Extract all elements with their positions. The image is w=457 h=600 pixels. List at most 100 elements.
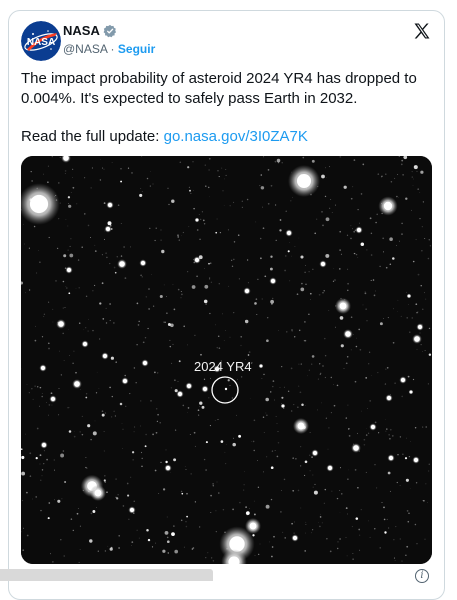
faint-star xyxy=(405,198,407,200)
faint-star xyxy=(89,539,92,542)
account-name[interactable]: NASA xyxy=(63,23,100,38)
star-core xyxy=(30,195,48,213)
faint-star xyxy=(85,397,87,399)
star-core xyxy=(141,261,145,265)
avatar[interactable]: NASA xyxy=(21,21,61,61)
faint-star xyxy=(301,403,304,406)
star-core xyxy=(196,219,199,222)
faint-star xyxy=(270,268,273,271)
faint-star xyxy=(186,516,188,518)
faint-star xyxy=(406,479,409,482)
faint-star xyxy=(192,285,196,289)
faint-star xyxy=(68,196,70,198)
star-core xyxy=(103,354,107,358)
star-core xyxy=(389,456,393,460)
star-core xyxy=(414,336,420,342)
asteroid-label: 2024 YR4 xyxy=(194,359,252,374)
faint-star xyxy=(344,186,347,189)
faint-star xyxy=(326,217,330,221)
star-core xyxy=(130,508,134,512)
faint-star xyxy=(102,414,105,417)
faint-star xyxy=(179,360,181,362)
faint-star xyxy=(51,392,53,394)
star-core xyxy=(418,325,422,329)
star-core xyxy=(58,321,64,327)
faint-star xyxy=(99,302,101,304)
horizontal-scrollbar[interactable] xyxy=(0,569,213,581)
faint-star xyxy=(127,495,129,497)
faint-star xyxy=(161,250,164,253)
faint-star xyxy=(199,402,202,405)
faint-star xyxy=(167,540,170,543)
star-core xyxy=(178,392,182,396)
faint-star xyxy=(171,199,174,202)
separator: · xyxy=(111,42,115,56)
verified-badge-icon xyxy=(103,24,117,38)
faint-star xyxy=(199,255,203,259)
faint-star xyxy=(321,175,325,179)
faint-star xyxy=(68,292,70,294)
faint-star xyxy=(254,513,256,515)
star-core xyxy=(260,365,263,368)
faint-star xyxy=(64,481,66,483)
faint-star xyxy=(346,507,348,509)
faint-star xyxy=(165,461,167,463)
faint-star xyxy=(208,263,210,265)
star-core xyxy=(74,381,80,387)
star-core xyxy=(328,466,332,470)
faint-star xyxy=(63,254,66,257)
faint-star xyxy=(312,355,315,358)
faint-star xyxy=(116,497,118,499)
faint-star xyxy=(93,431,97,435)
x-logo-icon[interactable] xyxy=(412,21,432,41)
star-core xyxy=(108,203,112,207)
faint-star xyxy=(110,547,113,550)
star-core xyxy=(384,202,392,210)
faint-star xyxy=(300,288,304,292)
faint-star xyxy=(271,303,273,305)
faint-star xyxy=(248,354,250,356)
tweet-update-line: Read the full update: go.nasa.gov/3I0ZA7… xyxy=(21,127,431,147)
faint-star xyxy=(380,322,383,325)
faint-star xyxy=(187,166,189,168)
follow-button[interactable]: Seguir xyxy=(118,42,155,56)
update-prefix: Read the full update: xyxy=(21,128,159,145)
faint-star xyxy=(384,531,386,533)
faint-star xyxy=(325,254,329,258)
star-core xyxy=(271,279,275,283)
faint-star xyxy=(115,272,117,274)
star-core xyxy=(408,295,411,298)
star-core xyxy=(106,227,110,231)
faint-star xyxy=(189,190,191,192)
faint-star xyxy=(270,256,272,258)
asteroid-image[interactable]: 2024 YR4 xyxy=(21,156,432,564)
star-core xyxy=(95,490,102,497)
faint-star xyxy=(361,243,365,247)
faint-star xyxy=(148,539,150,541)
faint-star xyxy=(120,181,122,183)
account-handle[interactable]: @NASA xyxy=(63,42,107,56)
star-core xyxy=(51,397,55,401)
tweet-body: The impact probability of asteroid 2024 … xyxy=(21,69,431,109)
faint-star xyxy=(87,424,90,427)
faint-star xyxy=(68,205,71,208)
faint-star xyxy=(175,389,178,392)
faint-star xyxy=(246,511,250,515)
faint-star xyxy=(104,479,106,481)
update-link[interactable]: go.nasa.gov/3I0ZA7K xyxy=(164,128,308,145)
star-core xyxy=(321,262,325,266)
star-core xyxy=(195,258,199,262)
faint-star xyxy=(48,517,50,519)
star-core xyxy=(42,443,46,447)
faint-star xyxy=(215,232,217,234)
faint-star xyxy=(405,457,407,459)
faint-star xyxy=(265,398,269,402)
faint-star xyxy=(145,445,147,447)
faint-star xyxy=(356,517,359,520)
star-core xyxy=(41,366,45,370)
faint-star xyxy=(92,510,95,513)
star-core xyxy=(371,425,375,429)
faint-star xyxy=(204,300,208,304)
faint-star xyxy=(202,406,205,409)
faint-star xyxy=(108,221,112,225)
